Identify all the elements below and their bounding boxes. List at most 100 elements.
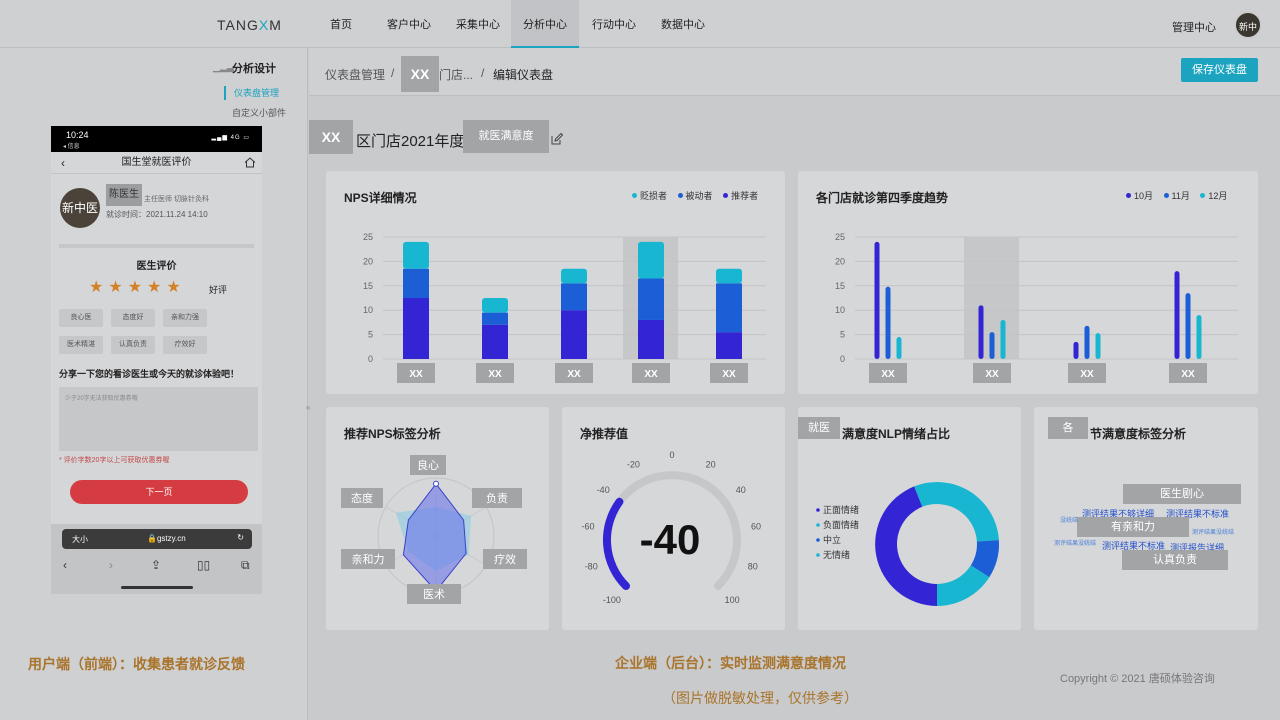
redaction-mask: XX bbox=[401, 56, 439, 92]
phone-back-small: ◂ 信息 bbox=[63, 144, 80, 150]
tag-chip[interactable]: 认真负责 bbox=[111, 336, 155, 354]
y-tick-label: 15 bbox=[363, 281, 373, 291]
text-size-button[interactable]: 大小 bbox=[72, 534, 88, 545]
bar-segment bbox=[403, 241, 429, 269]
gauge-tick-label: 20 bbox=[706, 459, 716, 469]
redaction-mask: XX bbox=[309, 120, 353, 154]
x-tick-label: XX bbox=[409, 369, 423, 380]
nav-item-customer[interactable]: 客户中心 bbox=[378, 0, 440, 48]
trend-card: 各门店就诊第四季度趋势 10月 11月 12月 0 5 10 15 20 25 XX XX XX… bbox=[798, 171, 1258, 394]
admin-link[interactable]: 管理中心 bbox=[1172, 19, 1216, 35]
breadcrumb-dashboard-manage[interactable]: 仪表盘管理 bbox=[325, 66, 385, 83]
tag-chip[interactable]: 亲和力强 bbox=[163, 309, 207, 327]
comment-textarea[interactable]: 少于20字无法获取优惠券哦 bbox=[59, 387, 258, 451]
star-icon: ★ bbox=[127, 279, 148, 296]
back-icon[interactable]: ‹ bbox=[61, 152, 65, 174]
star-rating[interactable]: ★★★★★ bbox=[89, 277, 186, 297]
radar-axis-label: 态度 bbox=[351, 491, 373, 505]
home-icon[interactable] bbox=[244, 157, 256, 168]
gauge-tick-label: 80 bbox=[748, 561, 758, 571]
word-cloud-item: 测评结果没统结 bbox=[1054, 541, 1097, 547]
y-tick-label: 10 bbox=[363, 305, 373, 315]
url-text: 🔒gstzy.cn bbox=[147, 534, 186, 543]
star-icon: ★ bbox=[108, 279, 128, 296]
share-icon[interactable]: ⇪ bbox=[151, 558, 161, 572]
bar-segment bbox=[403, 298, 429, 359]
tag-chip[interactable]: 疗效好 bbox=[163, 336, 207, 354]
sidebar-item-dashboard-manage[interactable]: 仪表盘管理 bbox=[224, 86, 279, 100]
reload-icon[interactable]: ↻ bbox=[237, 533, 244, 542]
save-dashboard-button[interactable]: 保存仪表盘 bbox=[1181, 58, 1258, 82]
x-tick-label: XX bbox=[1080, 369, 1094, 380]
nav-item-data[interactable]: 数据中心 bbox=[652, 0, 714, 48]
bar bbox=[989, 332, 995, 359]
radar-axis-label: 负责 bbox=[486, 491, 508, 505]
nav-item-collect[interactable]: 采集中心 bbox=[447, 0, 509, 48]
logo[interactable]: TANGXM bbox=[217, 17, 282, 33]
radar-axis-label: 良心 bbox=[417, 458, 439, 472]
breadcrumb-store[interactable]: 门店... bbox=[439, 66, 473, 83]
coupon-note: * 评价字数20字以上可获取优惠券喔 bbox=[59, 457, 170, 464]
rating-label: 好评 bbox=[209, 285, 228, 295]
y-tick-label: 0 bbox=[368, 354, 373, 364]
bar-segment bbox=[638, 319, 664, 359]
gauge-tick-label: -80 bbox=[585, 561, 598, 571]
bar-segment bbox=[716, 332, 742, 359]
word-cloud-item: 认真负责 bbox=[1122, 550, 1228, 570]
word-cloud-item: 没统结 bbox=[1060, 518, 1079, 524]
nav-item-home[interactable]: 首页 bbox=[319, 0, 363, 48]
visit-time: 就诊时间：2021.11.24 14:10 bbox=[106, 210, 208, 219]
caption-note: （图片做脱敏处理，仅供参考） bbox=[662, 690, 858, 706]
tag-chip[interactable]: 态度好 bbox=[111, 309, 155, 327]
wordcloud-card: 各 节满意度标签分析 医生剧心 测评结果不够详细 测评结果不标准 有亲和力 测评结果不标… bbox=[1034, 407, 1258, 630]
next-page-button[interactable]: 下一页 bbox=[70, 480, 248, 504]
bar bbox=[1073, 341, 1079, 359]
phone-mockup: 10:24 ◂ 信息 ▂▄▆ 4G ▭ ‹ 国生堂就医评价 新中医 陈医生 主任… bbox=[51, 126, 262, 594]
bar bbox=[896, 337, 902, 359]
bar bbox=[1185, 293, 1191, 359]
word-cloud-item: 测评结果没统结 bbox=[1192, 530, 1235, 536]
doctor-name: 陈医生 bbox=[106, 184, 142, 206]
tag-chip[interactable]: 医术精湛 bbox=[59, 336, 103, 354]
tag-chip[interactable]: 良心医 bbox=[59, 309, 103, 327]
bar-segment bbox=[482, 324, 508, 359]
lock-icon: 🔒 bbox=[147, 534, 157, 543]
legend-item: 中立 bbox=[823, 534, 841, 545]
browser-back-icon[interactable]: ‹ bbox=[63, 558, 67, 572]
nav-item-action[interactable]: 行动中心 bbox=[583, 0, 645, 48]
bar bbox=[1196, 315, 1202, 359]
bar-segment bbox=[638, 278, 664, 320]
tabs-icon[interactable]: ⧉ bbox=[241, 558, 250, 573]
bookmarks-icon[interactable]: ▯▯ bbox=[197, 558, 210, 572]
x-tick-label: XX bbox=[1181, 369, 1195, 380]
doctor-title: 主任医师 切脉针灸科 bbox=[144, 196, 209, 203]
word-cloud-item: 有亲和力 bbox=[1077, 517, 1189, 537]
radar-axis-label: 疗效 bbox=[494, 552, 516, 566]
collapse-handle-icon[interactable]: « bbox=[306, 403, 316, 423]
gauge-value: -40 bbox=[640, 516, 701, 563]
radar-axis-label: 医术 bbox=[423, 588, 445, 601]
bar bbox=[1174, 271, 1180, 359]
share-prompt: 分享一下您的看诊医生或今天的就诊体验吧！ bbox=[59, 369, 240, 379]
legend-dot bbox=[816, 508, 820, 512]
phone-time: 10:24 bbox=[66, 130, 89, 140]
nav-item-analysis[interactable]: 分析中心 bbox=[511, 0, 579, 48]
browser-forward-icon[interactable]: › bbox=[109, 558, 113, 572]
radar-card: 推荐NPS标签分析 良心 负责 疗效 医术 亲和力 态度 bbox=[326, 407, 549, 630]
avatar[interactable]: 新中医 bbox=[1234, 11, 1262, 60]
gauge-tick-label: 60 bbox=[751, 522, 761, 532]
edit-icon[interactable] bbox=[551, 133, 563, 145]
breadcrumb: 仪表盘管理 / XX 门店... / 编辑仪表盘 保存仪表盘 bbox=[309, 48, 1280, 96]
url-bar[interactable]: 大小 🔒gstzy.cn ↻ bbox=[62, 529, 252, 549]
gauge-card: 净推荐值 -100 -80 -60 -40 -20 0 20 40 60 80 100 -40 bbox=[562, 407, 785, 630]
legend-dot bbox=[816, 553, 820, 557]
breadcrumb-separator: / bbox=[391, 66, 395, 80]
x-tick-label: XX bbox=[644, 369, 658, 380]
sidebar-item-custom-widget[interactable]: 自定义小部件 bbox=[232, 106, 286, 119]
gauge-tick-label: 0 bbox=[669, 450, 674, 460]
bar-segment bbox=[561, 283, 587, 311]
y-tick-label: 10 bbox=[835, 305, 845, 315]
bar bbox=[1095, 333, 1101, 359]
bar bbox=[978, 305, 984, 359]
bar-segment bbox=[482, 298, 508, 313]
